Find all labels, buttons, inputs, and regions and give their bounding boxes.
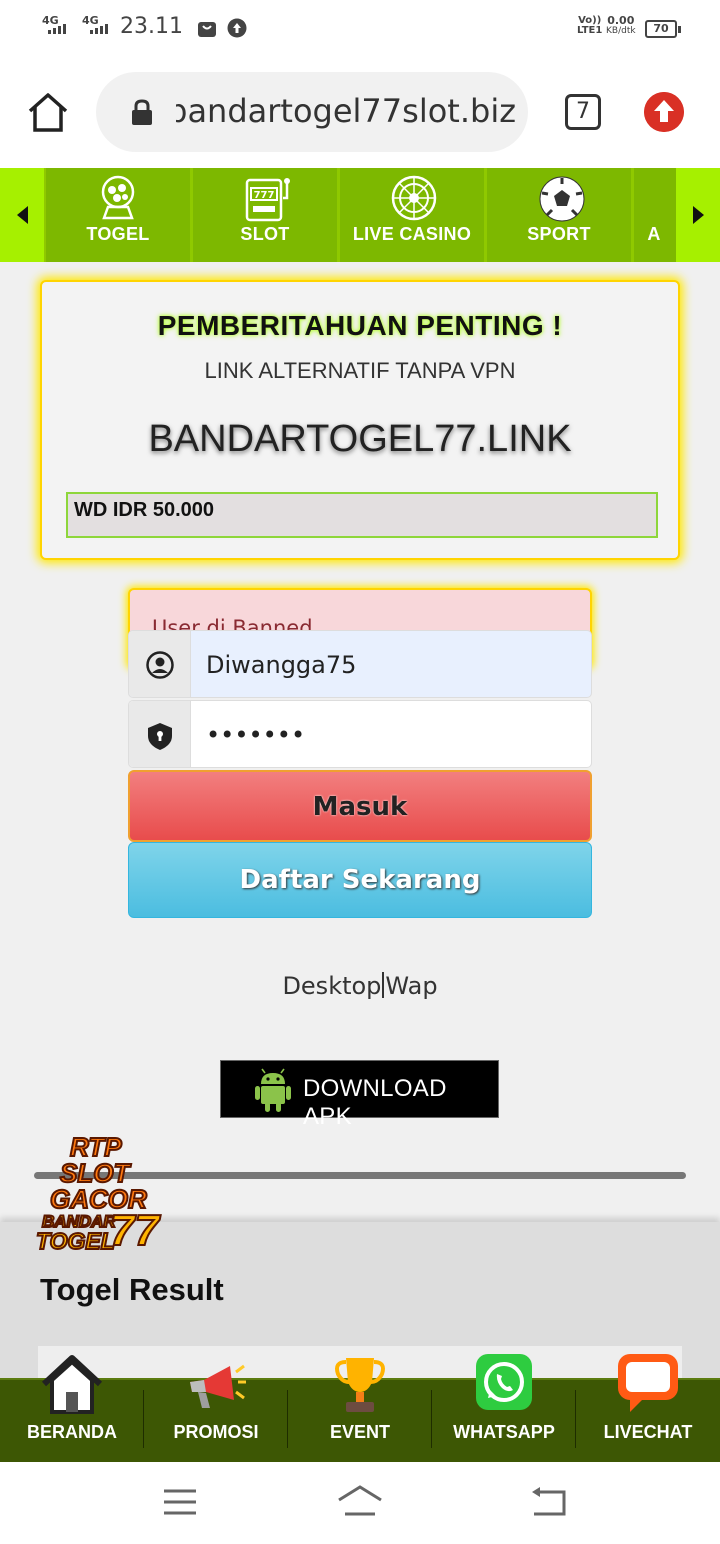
arrow-right-icon [692,206,704,224]
register-button[interactable]: Daftar Sekarang [128,842,592,918]
bottom-nav-event[interactable]: EVENT [288,1358,432,1464]
username-input[interactable] [192,631,591,697]
network-speed: 0.00 KB/dtk [606,14,636,36]
bottom-nav-label-whatsapp: WHATSAPP [453,1422,555,1442]
lottery-machine-icon [101,175,135,220]
nav-label-slot: SLOT [240,224,290,244]
desktop-link[interactable]: Desktop [281,972,382,1000]
url-text: bandartogel77slot.biz [176,92,516,130]
android-icon [255,1068,291,1112]
upload-notification-icon [227,18,247,38]
withdraw-marquee: WD IDR 50.000 [66,492,658,538]
bottom-nav-label-beranda: BERANDA [27,1422,117,1442]
roulette-icon [391,175,437,221]
tab-switcher-button[interactable]: 7 [565,94,601,130]
password-input[interactable] [192,701,591,767]
nav-item-togel[interactable]: TOGEL [46,168,190,262]
nav-label-togel: TOGEL [86,224,150,244]
recents-menu-icon[interactable] [160,1488,200,1516]
arrow-left-icon [16,206,28,224]
slot-machine-icon: 777 [245,178,290,222]
user-icon [146,651,174,679]
shield-lock-icon [148,723,172,750]
alternative-link[interactable]: BANDARTOGEL77.LINK [42,418,678,461]
nav-scroll-right-button[interactable] [676,168,720,262]
browser-home-icon[interactable] [26,90,70,134]
bottom-nav-label-livechat: LIVECHAT [603,1422,693,1442]
wap-link[interactable]: Wap [384,972,438,1000]
browser-toolbar: bandartogel77slot.biz 7 [0,56,720,168]
megaphone-icon [190,1364,246,1408]
status-time: 23.11 [120,14,183,39]
bottom-nav-beranda[interactable]: BERANDA [0,1355,144,1464]
status-bar: 4G 4G 23.11 Vo)) LTE1 0.00 KB/dtk 70 [0,0,720,56]
soccer-ball-icon [539,176,585,222]
download-apk-label: DOWNLOAD APK [303,1075,447,1130]
notice-subtitle: LINK ALTERNATIF TANPA VPN [204,358,516,383]
bottom-nav-livechat[interactable]: LIVECHAT [576,1354,720,1464]
lock-icon [132,99,152,125]
system-navigation-bar [0,1462,720,1544]
system-back-icon[interactable] [528,1486,570,1518]
whatsapp-icon [476,1354,532,1410]
volte-indicator: Vo)) LTE1 [577,15,603,36]
bottom-nav: BERANDA PROMOSI EVENT WHATSAPP LIVECHAT [0,1354,720,1464]
rtp-slot-gacor-badge[interactable]: RTP SLOT GACOR BANDAR TOGEL 77 [30,1131,180,1262]
signal-bars-2-icon [90,24,108,34]
bottom-nav-label-promosi: PROMOSI [173,1422,259,1442]
download-apk-button[interactable]: DOWNLOAD APK [220,1060,499,1130]
result-title: Togel Result [40,1272,224,1307]
nav-item-slot[interactable]: 777 SLOT [193,168,337,262]
battery-icon: 70 [645,20,681,38]
login-button[interactable]: Masuk [128,770,592,842]
chat-bubble-icon [618,1354,678,1412]
notice-title: PEMBERITAHUAN PENTING ! [157,310,563,341]
username-addon [129,631,191,697]
nav-label-live-casino: LIVE CASINO [352,224,472,244]
nav-scroll-left-button[interactable] [0,168,44,262]
trophy-icon [335,1358,385,1412]
bottom-nav-promosi[interactable]: PROMOSI [144,1364,288,1464]
view-switch: Desktop Wap [0,972,720,1000]
password-field [128,700,592,768]
username-field [128,630,592,698]
update-available-icon[interactable] [644,92,684,132]
nav-item-live-casino[interactable]: LIVE CASINO [340,168,484,262]
svg-text:777: 777 [254,190,275,201]
house-icon [41,1355,103,1414]
bottom-nav-label-event: EVENT [329,1422,390,1442]
system-home-icon[interactable] [336,1484,384,1518]
nav-item-sport[interactable]: SPORT [487,168,631,262]
important-notice-box: PEMBERITAHUAN PENTING ! LINK ALTERNATIF … [40,280,680,560]
address-bar[interactable]: bandartogel77slot.biz [96,72,528,152]
shopping-bag-icon [198,22,216,37]
password-addon [129,701,191,767]
bottom-nav-whatsapp[interactable]: WHATSAPP [432,1354,576,1464]
game-category-nav: TOGEL 777 SLOT LIVE CASINO SPORT A [0,168,720,262]
signal-bars-1-icon [48,24,66,34]
